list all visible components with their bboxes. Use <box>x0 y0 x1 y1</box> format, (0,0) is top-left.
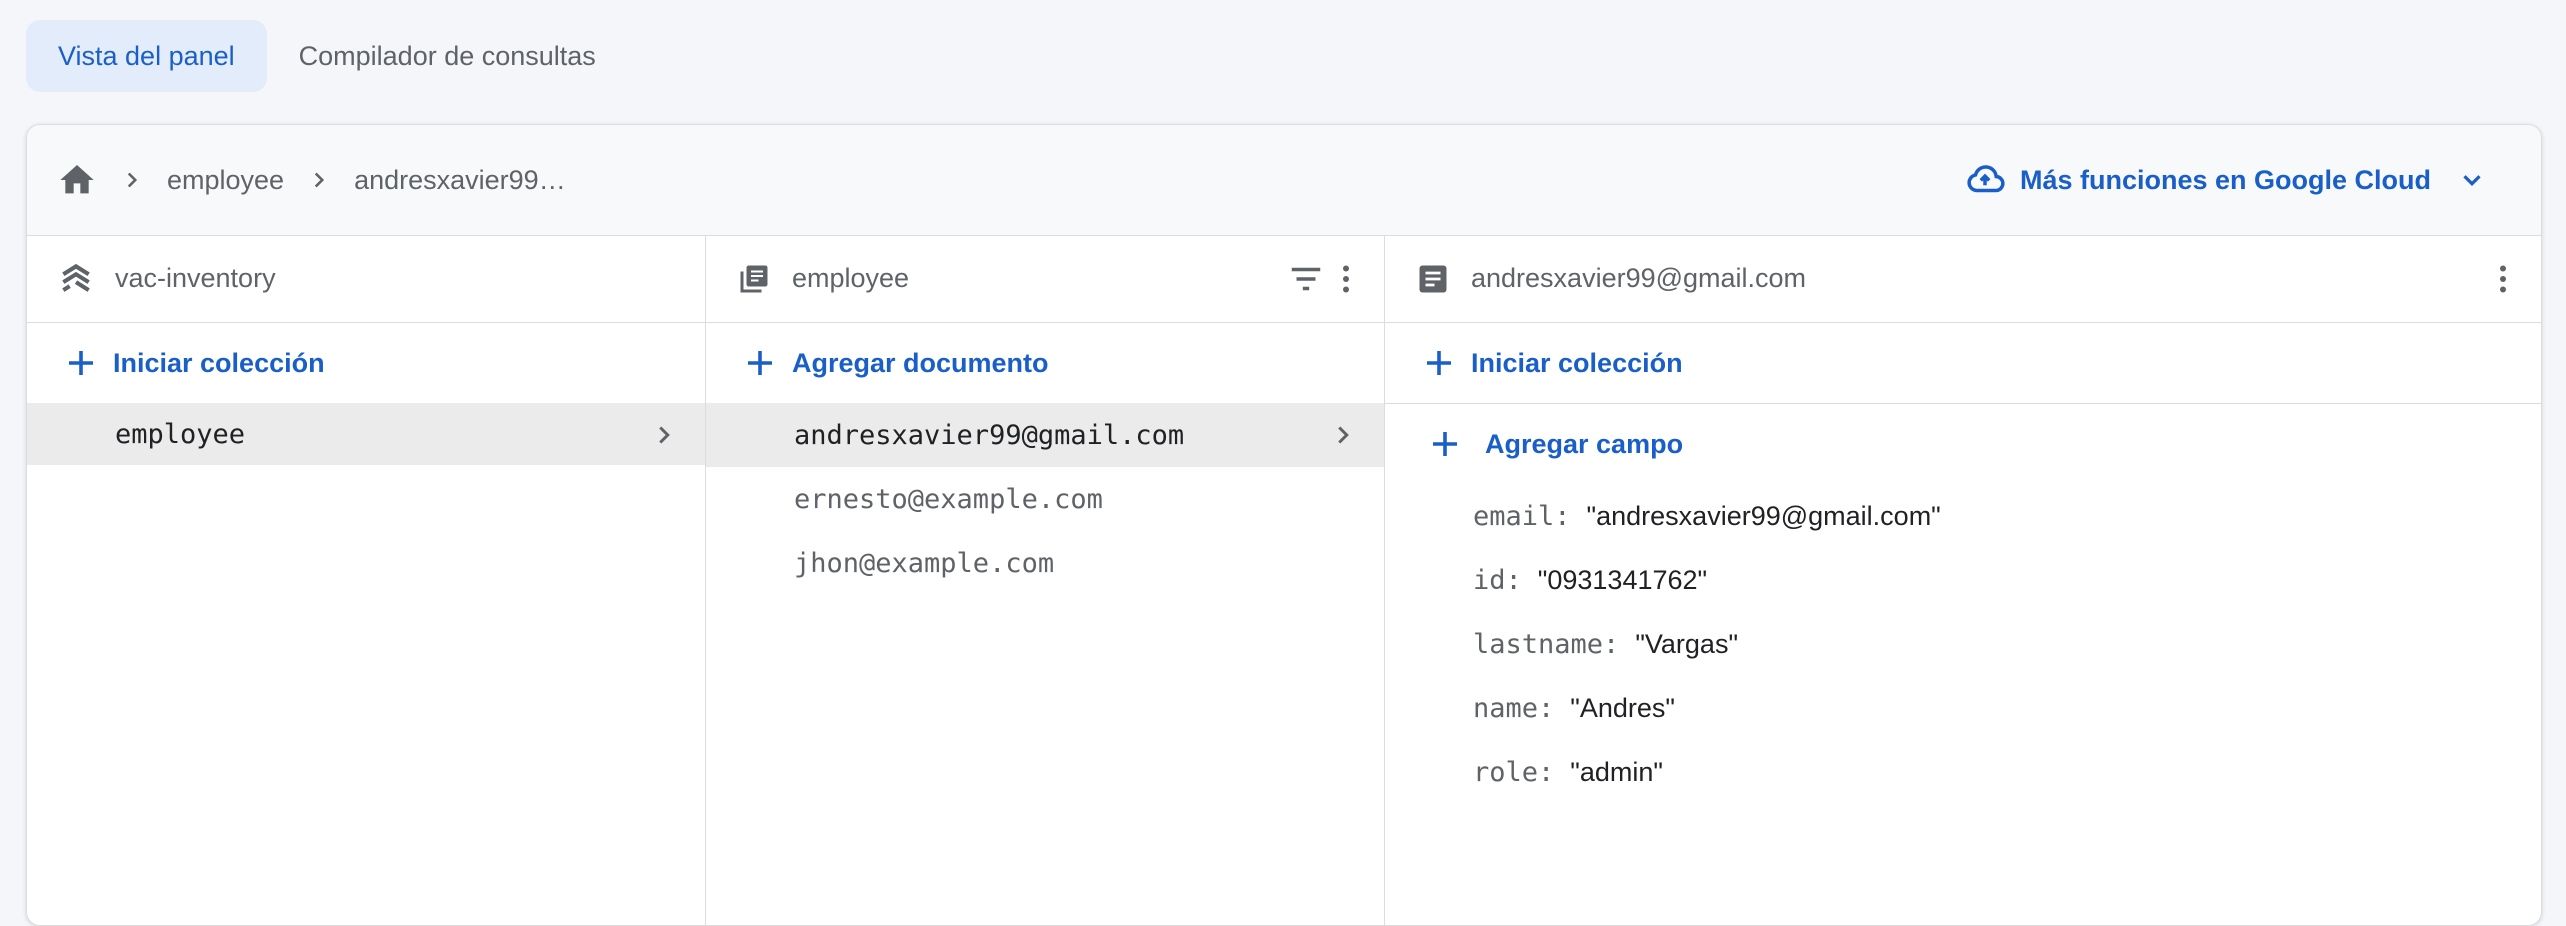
list-item-label: employee <box>115 418 246 450</box>
document-column-header: andresxavier99@gmail.com <box>1385 235 2541 323</box>
field-row[interactable]: email: "andresxavier99@gmail.com" <box>1473 484 2541 548</box>
list-item-label: jhon@example.com <box>794 547 1055 579</box>
data-panel: employee andresxavier99… Más funciones e… <box>26 124 2542 926</box>
field-key: id: <box>1473 564 1522 596</box>
root-column: vac-inventory Iniciar colección employee <box>27 235 706 925</box>
add-field-label: Agregar campo <box>1485 428 1684 459</box>
document-item[interactable]: jhon@example.com <box>706 531 1384 595</box>
field-row[interactable]: lastname: "Vargas" <box>1473 612 2541 676</box>
google-cloud-link-label: Más funciones en Google Cloud <box>2019 164 2431 195</box>
field-value: "andresxavier99@gmail.com" <box>1586 500 1941 531</box>
cloud-icon <box>1964 159 2020 201</box>
list-item-label: ernesto@example.com <box>794 483 1103 515</box>
document-fields: email: "andresxavier99@gmail.com" id: "0… <box>1385 484 2541 804</box>
field-value: "0931341762" <box>1537 564 1708 595</box>
start-subcollection-label: Iniciar colección <box>1471 347 1683 378</box>
plus-icon <box>1427 426 1485 462</box>
document-item[interactable]: ernesto@example.com <box>706 467 1384 531</box>
list-item-label: andresxavier99@gmail.com <box>794 419 1185 451</box>
chevron-down-icon <box>2457 165 2501 195</box>
document-icon <box>1415 261 1451 297</box>
collection-header-actions <box>1286 235 1366 322</box>
field-key: email: <box>1473 500 1571 532</box>
add-field-button[interactable]: Agregar campo <box>1385 404 2541 484</box>
field-row[interactable]: id: "0931341762" <box>1473 548 2541 612</box>
view-tabs: Vista del panel Compilador de consultas <box>26 20 628 92</box>
document-column-title: andresxavier99@gmail.com <box>1471 263 1807 293</box>
field-key: role: <box>1473 756 1555 788</box>
chevron-right-icon <box>1328 403 1358 467</box>
field-key: lastname: <box>1473 628 1620 660</box>
plus-icon <box>63 345 113 381</box>
add-document-label: Agregar documento <box>792 347 1049 378</box>
field-key: name: <box>1473 692 1555 724</box>
root-column-title: vac-inventory <box>115 263 276 293</box>
database-layers-icon <box>57 260 95 298</box>
start-subcollection-button[interactable]: Iniciar colección <box>1385 323 2541 404</box>
start-collection-button[interactable]: Iniciar colección <box>27 323 705 403</box>
chevron-right-icon <box>649 403 679 467</box>
document-item[interactable]: andresxavier99@gmail.com <box>706 403 1384 467</box>
plus-icon <box>1421 345 1471 381</box>
filter-icon[interactable] <box>1286 259 1326 299</box>
more-vert-icon[interactable] <box>2483 259 2523 299</box>
chevron-right-icon <box>306 167 332 193</box>
collection-column: employee Agregar documento andresxavier9… <box>706 235 1385 925</box>
field-value: "admin" <box>1570 756 1663 787</box>
field-value: "Andres" <box>1570 692 1675 723</box>
breadcrumb: employee andresxavier99… <box>57 125 566 235</box>
breadcrumb-item-employee[interactable]: employee <box>167 165 284 196</box>
start-collection-label: Iniciar colección <box>113 347 325 378</box>
panel-topbar: employee andresxavier99… Más funciones e… <box>27 125 2541 236</box>
root-column-header: vac-inventory <box>27 235 705 323</box>
field-row[interactable]: name: "Andres" <box>1473 676 2541 740</box>
home-icon[interactable] <box>57 160 97 200</box>
field-value: "Vargas" <box>1635 628 1739 659</box>
tab-query-builder[interactable]: Compilador de consultas <box>267 20 628 92</box>
document-column: andresxavier99@gmail.com Iniciar colecci… <box>1385 235 2541 925</box>
breadcrumb-item-document[interactable]: andresxavier99… <box>354 165 566 196</box>
more-vert-icon[interactable] <box>1326 259 1366 299</box>
collection-item-employee[interactable]: employee <box>27 403 705 465</box>
field-row[interactable]: role: "admin" <box>1473 740 2541 804</box>
add-document-button[interactable]: Agregar documento <box>706 323 1384 403</box>
collection-column-header: employee <box>706 235 1384 323</box>
tab-panel-view[interactable]: Vista del panel <box>26 20 267 92</box>
google-cloud-link[interactable]: Más funciones en Google Cloud <box>1964 125 2501 235</box>
document-header-actions <box>2483 235 2523 322</box>
collection-icon <box>736 261 772 297</box>
chevron-right-icon <box>119 167 145 193</box>
plus-icon <box>742 345 792 381</box>
collection-column-title: employee <box>792 263 910 293</box>
